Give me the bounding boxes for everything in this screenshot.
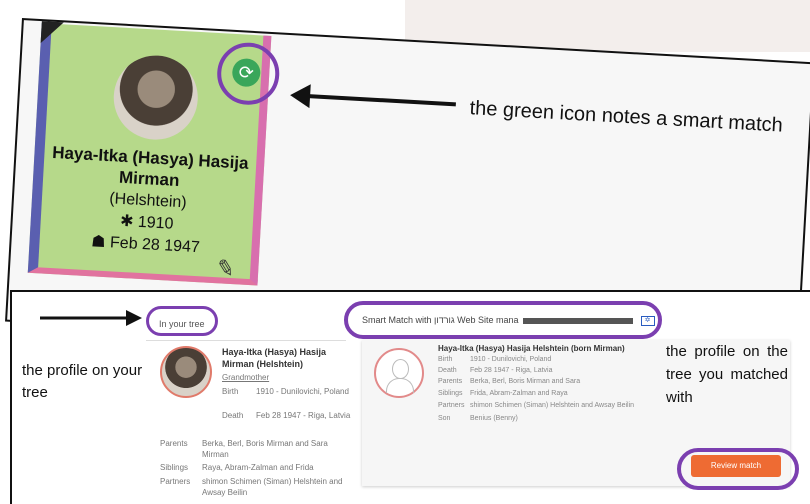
in-your-tree-header: In your tree <box>146 306 218 336</box>
match-son-label: Son <box>438 415 451 422</box>
matched-tree-caption: the profile on the tree you matched with <box>666 343 788 406</box>
match-profile-name[interactable]: Haya-Itka (Hasya) Hasija Helshtein (born… <box>438 344 625 353</box>
match-birth-label: Birth <box>438 356 453 363</box>
match-partners-value: shimon Schimen (Siman) Helshtein and Aws… <box>470 402 635 409</box>
death-value: Feb 28 1947 - Riga, Latvia <box>256 411 351 420</box>
review-match-button[interactable]: Review match <box>691 455 781 477</box>
siblings-label: Siblings <box>160 463 189 472</box>
left-avatar <box>160 346 212 398</box>
divider <box>146 340 346 341</box>
relationship-label[interactable]: Grandmother <box>222 373 269 382</box>
match-son-value: Benius (Benny) <box>470 415 518 422</box>
card-corner <box>40 18 73 45</box>
match-siblings-value: Frida, Abram-Zalman and Raya <box>470 390 568 397</box>
parents-value: Berka, Berl, Boris Mirman and Sara Mirma… <box>202 439 328 459</box>
birth-label: Birth <box>222 387 239 396</box>
match-death-label: Death <box>438 367 457 374</box>
pencil-icon[interactable]: ✎ <box>214 254 238 284</box>
left-profile-name[interactable]: Haya-Itka (Hasya) Hasija Mirman (Helshte… <box>222 346 352 370</box>
smart-match-header-text: Smart Match with גורדון Web Site mana <box>362 315 519 325</box>
match-partners-label: Partners <box>438 402 465 409</box>
your-tree-caption: the profile on your tree <box>22 362 143 401</box>
person-name: Haya-Itka (Hasya) Hasija Mirman <box>51 142 250 191</box>
arrow-right-icon <box>40 310 142 326</box>
female-avatar-icon <box>374 348 424 398</box>
match-parents-label: Parents <box>438 378 463 385</box>
match-birth-value: 1910 - Dunilovichi, Poland <box>470 356 552 363</box>
partners-label: Partners <box>160 477 191 486</box>
partners-value: shimon Schimen (Siman) Helshtein and Aws… <box>202 477 343 497</box>
parents-label: Parents <box>160 439 188 448</box>
avatar <box>111 53 201 142</box>
birth-value: 1910 - Dunilovichi, Poland <box>256 387 349 396</box>
person-card[interactable]: ⟳ Haya-Itka (Hasya) Hasija Mirman (Helsh… <box>27 18 281 286</box>
smart-match-header: Smart Match with גורדון Web Site mana ✡ <box>344 301 662 339</box>
smart-match-caption: the green icon notes a smart match <box>469 97 784 137</box>
arrow-left-icon <box>290 84 456 109</box>
siblings-value: Raya, Abram-Zalman and Frida <box>202 463 314 472</box>
match-parents-value: Berka, Berl, Boris Mirman and Sara <box>470 378 581 385</box>
flag-icon: ✡ <box>640 315 655 326</box>
bottom-screenshot-panel: In your tree Smart Match with גורדון Web… <box>10 290 810 504</box>
redacted-text <box>522 317 633 324</box>
death-label: Death <box>222 411 244 420</box>
match-siblings-label: Siblings <box>438 390 463 397</box>
match-death-value: Feb 28 1947 - Riga, Latvia <box>470 367 553 374</box>
card-details: Haya-Itka (Hasya) Hasija Mirman (Helshte… <box>39 141 257 260</box>
